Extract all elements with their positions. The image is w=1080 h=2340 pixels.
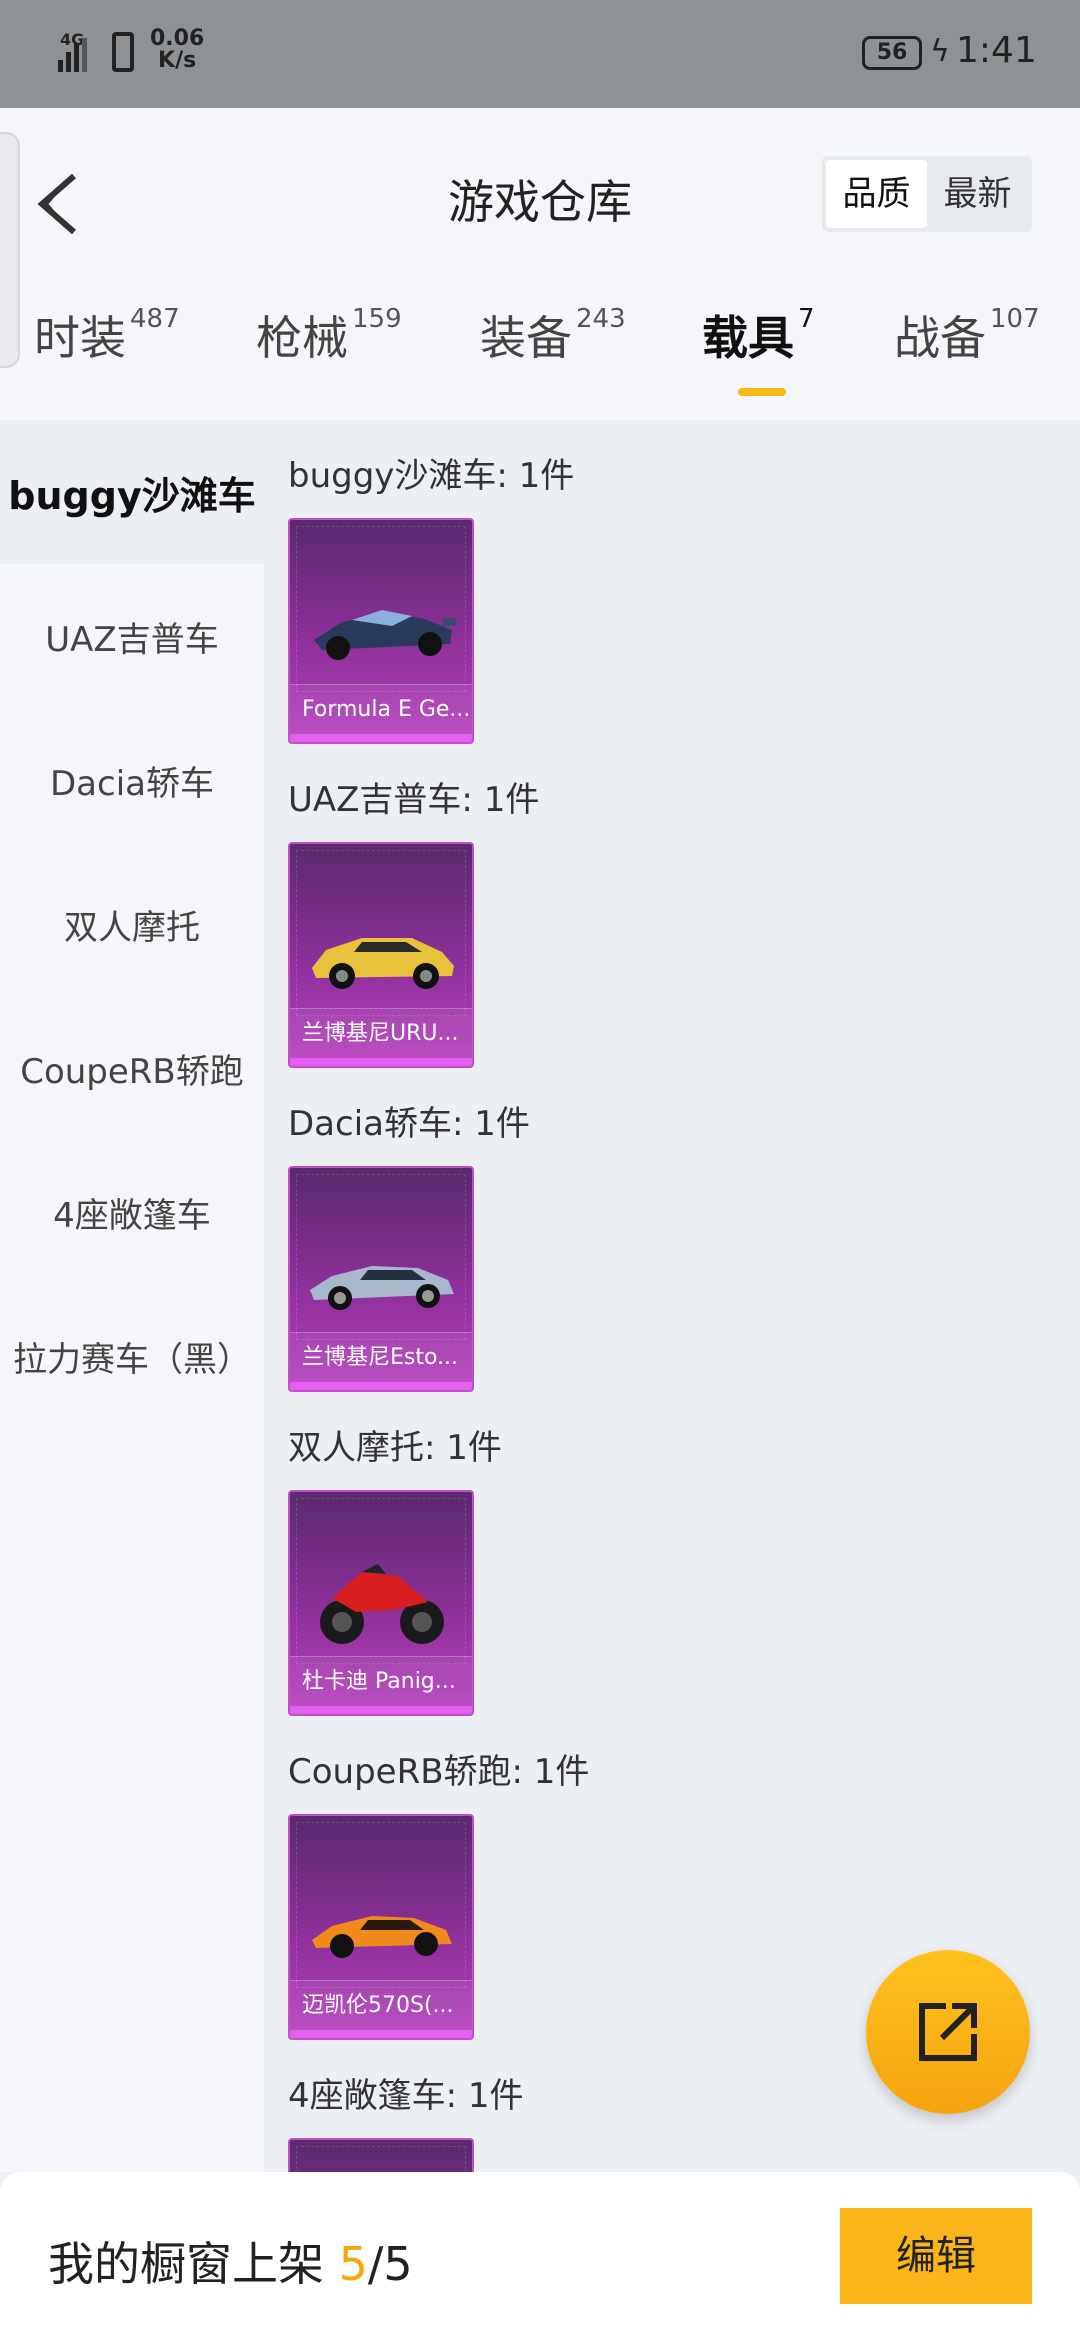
sort-toggle: 品质 最新: [822, 156, 1032, 232]
sidebar-item-buggy[interactable]: buggy沙滩车: [0, 420, 264, 564]
speed-unit: K/s: [158, 48, 197, 73]
showcase-bar: 我的橱窗上架 5/5 编辑: [0, 2172, 1080, 2340]
tab-indicator: [738, 388, 786, 396]
tab-vehicles[interactable]: 载具 7: [702, 302, 815, 368]
sidebar-item-uaz[interactable]: UAZ吉普车: [0, 564, 264, 708]
group-title: 双人摩托: 1件: [288, 1428, 502, 1468]
showcase-current: 5: [338, 2237, 368, 2291]
vehicle-list: buggy沙滩车: 1件 Formula E Ge... UAZ吉普车: 1件 …: [264, 420, 1080, 2172]
sim-icon: [112, 32, 134, 72]
item-card[interactable]: 兰博基尼Esto...: [288, 1166, 474, 1392]
group-title: UAZ吉普车: 1件: [288, 780, 540, 820]
tab-label: 装备: [480, 311, 572, 365]
network-speed: 0.06 K/s: [150, 28, 204, 72]
signal-icon: 4G: [58, 30, 92, 72]
showcase-label: 我的橱窗上架: [48, 2237, 324, 2291]
header: 游戏仓库 品质 最新 时装 487 枪械 159 装备 243 载具 7 战备 107: [0, 108, 1080, 420]
sidebar-item-convertible[interactable]: 4座敞篷车: [0, 1140, 264, 1284]
tab-count: 7: [798, 304, 815, 334]
group-title: 4座敞篷车: 1件: [288, 2076, 524, 2116]
formula-car-icon: [314, 610, 456, 660]
vehicle-type-sidebar: buggy沙滩车 UAZ吉普车 Dacia轿车 双人摩托 CoupeRB轿跑 4…: [0, 420, 264, 2172]
tab-equipment[interactable]: 装备 243: [480, 302, 626, 368]
clock: 1:41: [956, 30, 1037, 71]
item-name: 杜卡迪 Panig...: [290, 1656, 472, 1706]
sort-quality-button[interactable]: 品质: [826, 160, 927, 228]
tab-supplies[interactable]: 战备 107: [894, 302, 1040, 368]
tab-label: 战备: [894, 311, 986, 365]
silver-car-icon: [310, 1266, 454, 1310]
category-tabs: 时装 487 枪械 159 装备 243 载具 7 战备 107: [0, 302, 1080, 392]
item-name: 兰博基尼Esto...: [290, 1332, 472, 1382]
speed-value: 0.06: [150, 26, 205, 51]
share-icon: [919, 2003, 977, 2061]
tab-label: 时装: [34, 311, 126, 365]
group-title: buggy沙滩车: 1件: [288, 456, 575, 496]
tab-label: 载具: [702, 311, 794, 365]
tab-count: 107: [990, 304, 1040, 334]
red-motorcycle-icon: [320, 1564, 444, 1644]
item-card[interactable]: Formula E Ge...: [288, 518, 474, 744]
tab-count: 487: [130, 304, 180, 334]
yellow-suv-icon: [312, 938, 454, 989]
sidebar-item-coupe[interactable]: CoupeRB轿跑: [0, 996, 264, 1140]
edit-button[interactable]: 编辑: [840, 2208, 1032, 2304]
showcase-separator: /: [367, 2237, 384, 2291]
sidebar-item-motorcycle[interactable]: 双人摩托: [0, 852, 264, 996]
tab-fashion[interactable]: 时装 487: [34, 302, 180, 368]
group-title: Dacia轿车: 1件: [288, 1104, 530, 1144]
status-bar: 4G 0.06 K/s 56 ϟ 1:41: [0, 0, 1080, 108]
orange-car-icon: [312, 1916, 452, 1958]
tab-count: 159: [352, 304, 402, 334]
item-card[interactable]: 杜卡迪 Panig...: [288, 1490, 474, 1716]
showcase-total: 5: [383, 2237, 413, 2291]
charging-icon: ϟ: [930, 34, 950, 69]
item-name: 兰博基尼URU...: [290, 1008, 472, 1058]
battery-icon: 56: [862, 36, 922, 70]
share-button[interactable]: [866, 1950, 1030, 2114]
item-card[interactable]: 迈凯伦570S(...: [288, 1814, 474, 2040]
showcase-count: 我的橱窗上架 5/5: [48, 2228, 413, 2294]
group-title: CoupeRB轿跑: 1件: [288, 1752, 590, 1792]
tab-label: 枪械: [256, 311, 348, 365]
item-card[interactable]: [288, 2138, 474, 2172]
item-name: Formula E Ge...: [290, 684, 472, 734]
item-card[interactable]: 兰博基尼URU...: [288, 842, 474, 1068]
network-type: 4G: [60, 30, 85, 49]
item-name: 迈凯伦570S(...: [290, 1980, 472, 2030]
tab-count: 243: [576, 304, 626, 334]
sort-newest-button[interactable]: 最新: [927, 160, 1028, 228]
tab-weapons[interactable]: 枪械 159: [256, 302, 402, 368]
sidebar-item-dacia[interactable]: Dacia轿车: [0, 708, 264, 852]
sidebar-item-rally[interactable]: 拉力赛车（黑）: [0, 1284, 264, 1428]
